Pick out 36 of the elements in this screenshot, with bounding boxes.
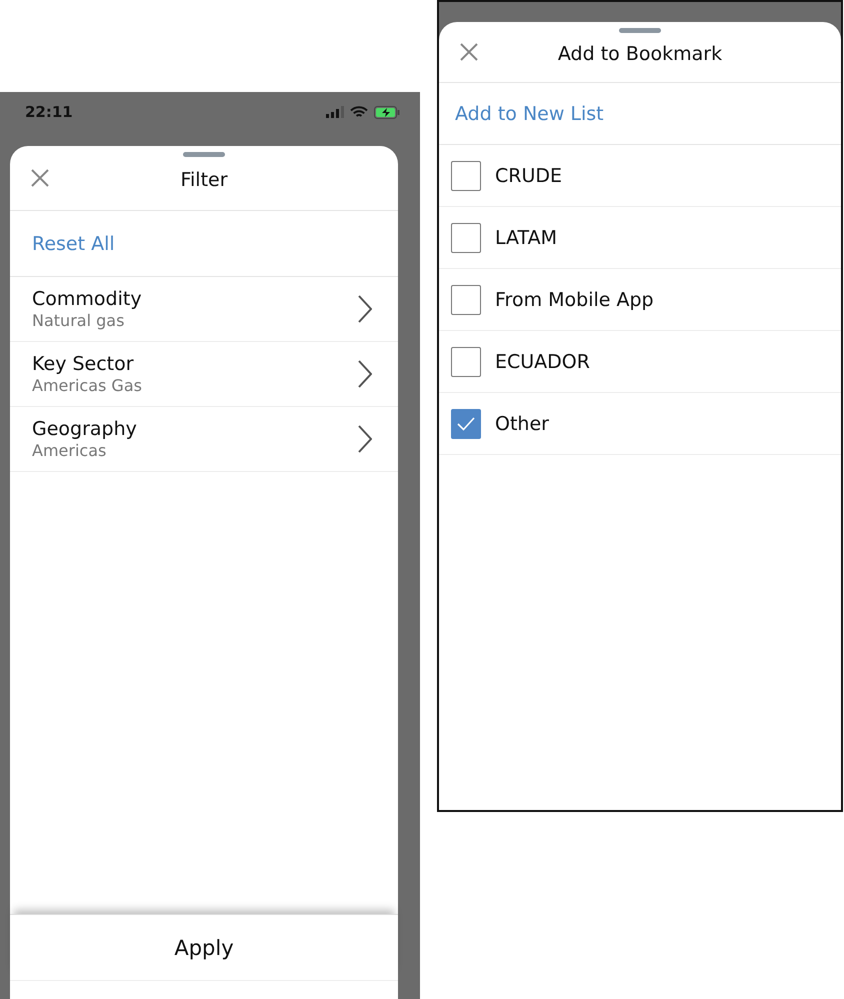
chevron-right-icon: [358, 360, 372, 388]
sheet-title: Add to Bookmark: [558, 42, 722, 65]
filter-row[interactable]: Commodity Natural gas: [10, 277, 398, 342]
filter-label: Geography: [32, 417, 137, 441]
list-label: LATAM: [495, 226, 558, 248]
reset-all-link[interactable]: Reset All: [32, 232, 115, 254]
filter-value: Americas Gas: [32, 376, 142, 396]
filter-label: Key Sector: [32, 352, 135, 376]
drag-handle[interactable]: [619, 28, 661, 33]
signal-icon: [326, 106, 344, 118]
list-label: ECUADOR: [495, 350, 590, 372]
filter-row[interactable]: Geography Americas: [10, 407, 398, 472]
battery-icon: [374, 106, 400, 118]
filter-value: Americas: [32, 441, 108, 461]
chevron-right-icon: [358, 295, 372, 323]
list-label: From Mobile App: [495, 288, 654, 310]
sheet-title: Filter: [180, 168, 228, 191]
chevron-right-icon: [358, 425, 372, 453]
filter-label: Commodity: [32, 287, 142, 311]
list-label: CRUDE: [495, 164, 562, 186]
add-new-list-link[interactable]: Add to New List: [455, 102, 604, 124]
list-label: Other: [495, 412, 549, 434]
checkbox[interactable]: [451, 284, 481, 314]
filter-row[interactable]: Key Sector Americas Gas: [10, 342, 398, 407]
checkbox[interactable]: [451, 160, 481, 190]
close-icon: [31, 169, 49, 187]
wifi-icon: [350, 106, 368, 118]
checkbox[interactable]: [451, 346, 481, 376]
checkbox[interactable]: [451, 222, 481, 252]
filter-value: Natural gas: [32, 311, 126, 331]
status-time: 22:11: [25, 103, 73, 121]
checkbox[interactable]: [451, 408, 481, 438]
apply-button[interactable]: Apply: [10, 914, 398, 981]
checkmark-icon: [457, 416, 475, 430]
close-icon: [460, 43, 478, 61]
drag-handle[interactable]: [183, 152, 225, 157]
